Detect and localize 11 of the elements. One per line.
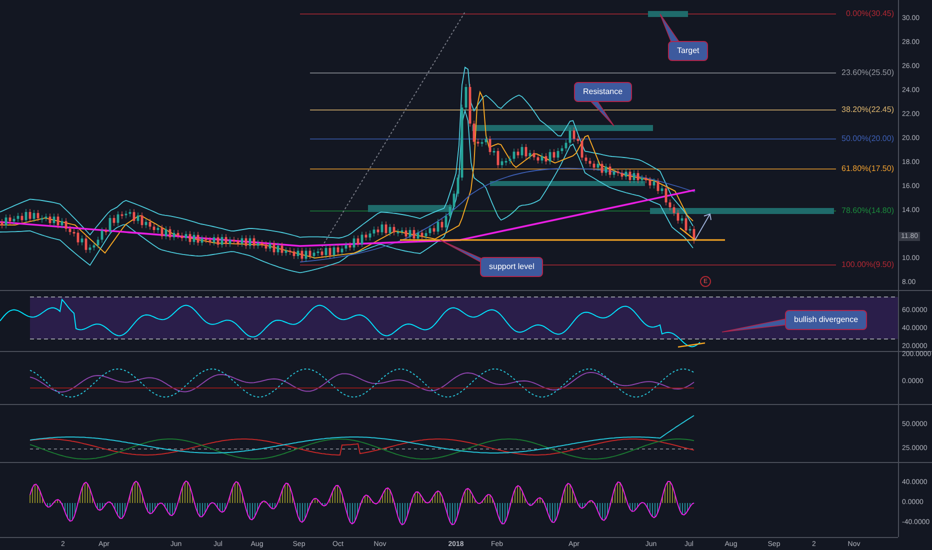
fibonacci-level-label: 38.20%(22.45)	[842, 106, 894, 114]
fibonacci-level-label: 78.60%(14.80)	[842, 207, 894, 215]
fibonacci-level-label: 61.80%(17.50)	[842, 165, 894, 173]
callout-label: bullish divergence	[785, 310, 868, 330]
fibonacci-level-label: 50.00%(20.00)	[842, 135, 894, 143]
callout-label: Target	[668, 41, 708, 61]
fibonacci-level-label: 100.00%(9.50)	[842, 261, 894, 269]
fibonacci-level-label: 23.60%(25.50)	[842, 69, 894, 77]
callout-label: Resistance	[574, 82, 632, 102]
callout-label: support level	[480, 257, 544, 277]
fibonacci-level-label: 0.00%(30.45)	[846, 10, 894, 18]
